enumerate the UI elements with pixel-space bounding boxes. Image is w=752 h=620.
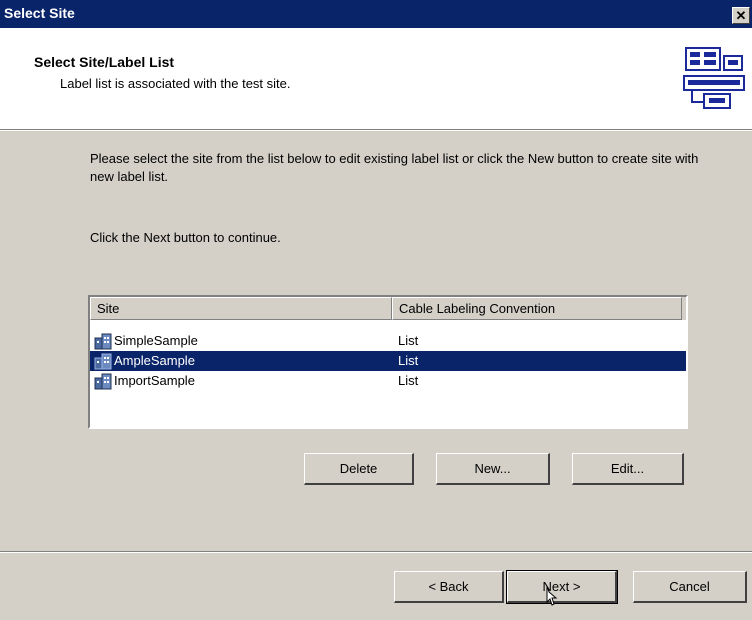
site-name: ImportSample [114, 373, 195, 388]
title-bar: Select Site ✕ [0, 0, 752, 28]
column-header-site[interactable]: Site [90, 297, 392, 320]
site-building-icon [94, 373, 112, 390]
close-button[interactable]: ✕ [732, 7, 750, 24]
mouse-pointer-icon [546, 585, 558, 606]
site-building-icon [94, 333, 112, 350]
header-title: Select Site/Label List [34, 54, 175, 70]
list-header: Site Cable Labeling Convention [90, 297, 686, 320]
column-header-convention[interactable]: Cable Labeling Convention [392, 297, 682, 320]
site-name: AmpleSample [114, 353, 195, 368]
label-list-icon [683, 47, 745, 109]
site-building-icon [94, 353, 112, 370]
site-row-amplesample[interactable]: AmpleSample List [90, 351, 686, 371]
site-row-importsample[interactable]: ImportSample List [90, 371, 686, 391]
site-row-simplesample[interactable]: SimpleSample List [90, 331, 686, 351]
site-list[interactable]: Site Cable Labeling Convention SimpleSam… [88, 295, 688, 429]
site-convention: List [398, 373, 419, 388]
close-icon: ✕ [735, 8, 747, 23]
edit-button[interactable]: Edit... [572, 453, 684, 485]
delete-button[interactable]: Delete [304, 453, 414, 485]
header-subtitle: Label list is associated with the test s… [60, 76, 291, 91]
continue-hint-text: Click the Next button to continue. [90, 230, 281, 245]
header-divider [0, 130, 752, 131]
new-button[interactable]: New... [436, 453, 550, 485]
site-convention: List [398, 333, 419, 348]
cancel-button[interactable]: Cancel [633, 571, 747, 603]
footer-divider-highlight [0, 552, 752, 553]
window-title: Select Site [4, 5, 75, 21]
site-convention: List [398, 353, 419, 368]
instruction-text: Please select the site from the list bel… [90, 151, 699, 184]
back-button[interactable]: < Back [394, 571, 504, 603]
site-name: SimpleSample [114, 333, 198, 348]
wizard-header: Select Site/Label List Label list is ass… [0, 28, 752, 130]
